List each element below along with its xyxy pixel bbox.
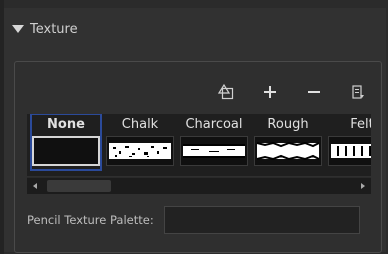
add-texture-button[interactable] bbox=[259, 81, 281, 103]
texture-swatch-none[interactable]: None bbox=[30, 114, 102, 171]
felt-texture-icon bbox=[331, 144, 371, 158]
texture-preview-rough bbox=[254, 136, 322, 166]
texture-menu-button[interactable] bbox=[347, 81, 369, 103]
texture-horizontal-scrollbar[interactable] bbox=[27, 177, 371, 194]
texture-swatch-row: None Chalk Charcoal Rough Fel bbox=[27, 114, 371, 171]
panel-title: Texture bbox=[30, 21, 78, 37]
texture-panel: Texture None Chalk Charcoal Rough Fel Pe… bbox=[4, 8, 386, 253]
chalk-texture-icon bbox=[109, 143, 171, 159]
pencil-texture-palette-row: Pencil Texture Palette: bbox=[27, 205, 360, 235]
texture-label: Rough bbox=[267, 117, 309, 132]
chevron-right-icon bbox=[361, 183, 365, 189]
copy-texture-icon bbox=[217, 83, 234, 100]
charcoal-texture-icon bbox=[183, 144, 245, 158]
texture-swatch-charcoal[interactable]: Charcoal bbox=[179, 114, 249, 170]
scroll-right-button[interactable] bbox=[355, 178, 371, 194]
menu-icon bbox=[352, 85, 364, 99]
texture-label: Felt bbox=[350, 117, 371, 132]
scrollbar-thumb[interactable] bbox=[47, 180, 111, 192]
texture-label: Chalk bbox=[121, 117, 159, 132]
texture-preview-none bbox=[32, 136, 100, 166]
texture-swatch-chalk[interactable]: Chalk bbox=[105, 114, 175, 170]
copy-texture-button[interactable] bbox=[215, 81, 237, 103]
add-icon bbox=[264, 86, 276, 98]
texture-toolbar bbox=[215, 80, 369, 104]
texture-swatch-list[interactable]: None Chalk Charcoal Rough Fel bbox=[27, 114, 371, 176]
texture-group-box: None Chalk Charcoal Rough Fel Pencil Tex… bbox=[14, 61, 382, 253]
texture-swatch-felt[interactable]: Felt bbox=[327, 114, 371, 170]
texture-label: Charcoal bbox=[185, 117, 243, 132]
texture-preview-charcoal bbox=[180, 136, 248, 166]
scroll-left-button[interactable] bbox=[27, 178, 43, 194]
remove-texture-button[interactable] bbox=[303, 81, 325, 103]
remove-icon bbox=[308, 91, 320, 93]
pencil-texture-palette-field[interactable] bbox=[163, 206, 360, 234]
chevron-left-icon bbox=[33, 183, 37, 189]
pencil-texture-palette-label: Pencil Texture Palette: bbox=[27, 213, 154, 227]
texture-section-header[interactable]: Texture bbox=[12, 19, 78, 39]
texture-preview-felt bbox=[328, 136, 371, 166]
collapse-triangle-icon[interactable] bbox=[12, 25, 24, 33]
texture-preview-chalk bbox=[106, 136, 174, 166]
texture-swatch-rough[interactable]: Rough bbox=[253, 114, 323, 170]
rough-texture-icon bbox=[256, 141, 320, 161]
texture-label: None bbox=[47, 117, 85, 132]
